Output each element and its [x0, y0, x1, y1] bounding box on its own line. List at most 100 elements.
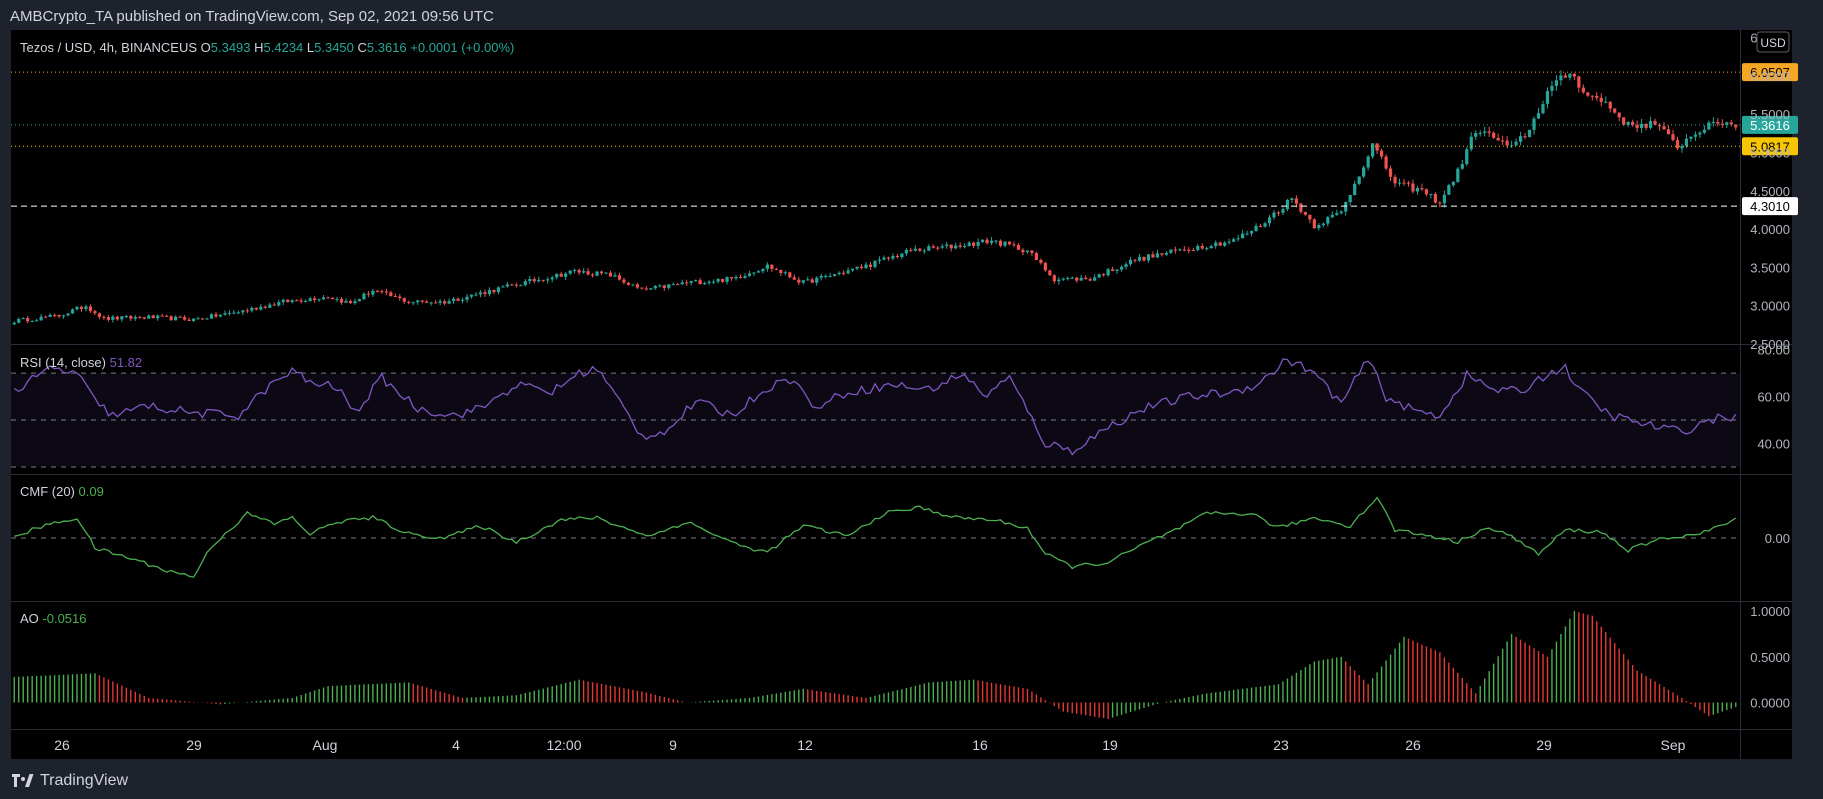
- candle: [1702, 129, 1706, 133]
- candle: [129, 316, 133, 319]
- candle: [886, 257, 891, 259]
- candle: [12, 322, 16, 325]
- candle: [828, 275, 832, 277]
- cmf-axis-tick: 0.00: [1765, 531, 1790, 546]
- candle: [1290, 198, 1294, 200]
- candle: [1406, 182, 1411, 184]
- candle: [644, 288, 648, 290]
- candle: [1285, 199, 1290, 210]
- time-axis-tick: 26: [54, 737, 70, 753]
- candle: [97, 313, 102, 317]
- candle: [1707, 122, 1711, 130]
- candle: [196, 318, 200, 320]
- candle: [514, 284, 518, 286]
- candle: [626, 282, 631, 285]
- candle: [138, 317, 142, 319]
- candle: [1133, 259, 1137, 261]
- candle: [1478, 132, 1482, 134]
- candle: [671, 284, 675, 286]
- candle: [1330, 214, 1334, 218]
- candle: [882, 257, 886, 260]
- candle: [1563, 75, 1567, 78]
- candle: [191, 318, 196, 321]
- candle: [1590, 95, 1594, 97]
- candle: [963, 245, 967, 248]
- chart-area: 6.05075.36165.08174.30106.50006.00005.50…: [11, 30, 1798, 759]
- candle: [958, 245, 962, 248]
- tradingview-footer[interactable]: TradingView: [12, 768, 128, 794]
- candle: [1518, 136, 1523, 142]
- candle: [407, 301, 411, 303]
- price-axis-tick: 3.0000: [1750, 299, 1790, 314]
- candle: [492, 289, 496, 293]
- ao-value: -0.0516: [42, 611, 86, 626]
- candle: [1299, 203, 1303, 212]
- legend-value: L: [307, 40, 314, 55]
- candle: [1438, 202, 1442, 204]
- candle: [770, 264, 774, 269]
- candle: [649, 288, 653, 290]
- candle: [1527, 129, 1532, 138]
- candle: [747, 273, 752, 276]
- candle: [998, 240, 1003, 246]
- candle: [1483, 131, 1487, 133]
- candle: [1245, 233, 1249, 235]
- candle: [797, 279, 801, 283]
- candle: [568, 270, 572, 274]
- candle: [622, 279, 626, 283]
- candle: [1155, 253, 1160, 258]
- candle: [954, 245, 958, 249]
- candle: [1196, 245, 1200, 251]
- candle: [1263, 223, 1267, 227]
- candle: [1496, 137, 1500, 141]
- candle: [1079, 277, 1083, 281]
- candle: [1384, 156, 1388, 169]
- candle: [1684, 138, 1689, 147]
- time-axis-tick: Sep: [1661, 737, 1686, 753]
- candle: [599, 271, 604, 274]
- candle: [743, 275, 747, 278]
- candle: [1635, 124, 1639, 129]
- candle: [1487, 131, 1491, 133]
- candle: [389, 292, 393, 297]
- candle: [263, 306, 267, 308]
- candle: [79, 306, 84, 309]
- candle: [290, 300, 294, 303]
- candle: [846, 270, 850, 274]
- candle: [1160, 253, 1164, 255]
- candle: [873, 260, 877, 267]
- candle: [93, 311, 97, 314]
- candle: [658, 285, 662, 287]
- candle: [111, 316, 115, 320]
- candle: [1124, 264, 1128, 267]
- candle: [1666, 129, 1671, 135]
- candle: [1460, 164, 1464, 169]
- candle: [17, 319, 21, 323]
- candle: [1581, 87, 1585, 93]
- candle: [366, 293, 371, 295]
- candle: [402, 298, 406, 302]
- time-axis-tick: 29: [186, 737, 202, 753]
- legend-value: 5.3616: [367, 40, 410, 55]
- candle: [779, 269, 783, 274]
- candle: [133, 317, 137, 319]
- candle: [1106, 269, 1110, 276]
- candle: [1514, 141, 1518, 146]
- candle: [833, 274, 837, 276]
- candle: [501, 286, 505, 288]
- candle: [1532, 118, 1536, 130]
- candle: [613, 275, 617, 277]
- candle: [478, 292, 483, 295]
- candle: [1541, 103, 1545, 114]
- candle: [1353, 183, 1357, 196]
- candle: [707, 281, 711, 284]
- legend-value: H: [254, 40, 263, 55]
- candle: [142, 317, 146, 319]
- candle: [980, 239, 985, 243]
- candle: [304, 300, 308, 302]
- candle: [384, 291, 388, 293]
- candle: [178, 316, 182, 318]
- cmf-value: 0.09: [79, 484, 104, 499]
- candle: [1218, 242, 1222, 246]
- legend-value: Tezos / USD, 4h, BINANCEUS: [20, 40, 201, 55]
